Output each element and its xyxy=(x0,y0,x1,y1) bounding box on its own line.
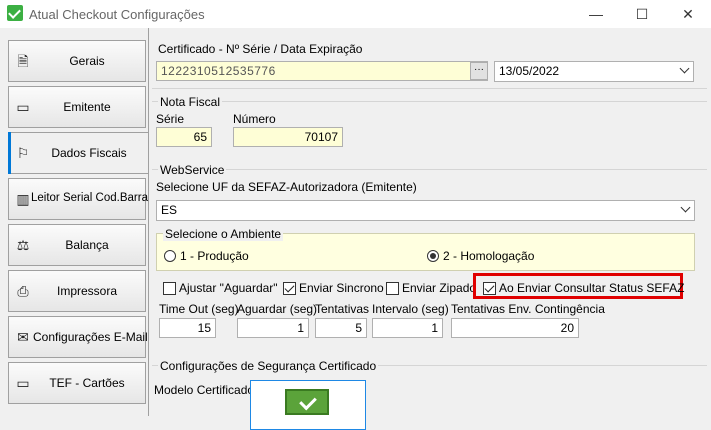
sidebar-item-impressora[interactable]: ⎙ Impressora xyxy=(8,270,146,312)
sidebar-item-label: Impressora xyxy=(56,284,118,298)
numero-label: Número xyxy=(233,112,276,126)
tentativas-field[interactable]: 5 xyxy=(315,318,367,338)
timeout-field[interactable]: 15 xyxy=(159,318,216,338)
contingencia-field[interactable]: 20 xyxy=(451,318,579,338)
intervalo-label: Intervalo (seg) xyxy=(372,302,449,316)
sidebar-item-label: Dados Fiscais xyxy=(51,146,127,160)
sidebar-item-emitente[interactable]: ▭ Emitente xyxy=(8,86,146,128)
app-check-icon xyxy=(7,5,23,21)
window-title: Atual Checkout Configurações xyxy=(29,7,205,22)
tentativas-label: Tentativas xyxy=(315,302,370,316)
ajustar-aguardar-label[interactable]: Ajustar "Aguardar" xyxy=(179,281,278,295)
uf-select[interactable]: ES xyxy=(156,200,695,221)
serie-label: Série xyxy=(156,112,185,126)
sidebar-item-label: Leitor Serial Cod.Barra xyxy=(31,192,148,204)
timeout-label: Time Out (seg) xyxy=(159,302,239,316)
modelo-certificado-selector[interactable] xyxy=(250,380,366,430)
card-icon: ▭ xyxy=(16,375,30,391)
consultar-status-checkbox[interactable] xyxy=(483,282,496,295)
intervalo-field[interactable]: 1 xyxy=(372,318,443,338)
aguardar-label: Aguardar (seg) xyxy=(237,302,318,316)
group-title: WebService xyxy=(158,163,227,177)
sidebar-item-label: TEF - Cartões xyxy=(49,376,125,390)
numero-field[interactable]: 70107 xyxy=(233,127,343,147)
enviar-sincrono-label[interactable]: Enviar Sincrono xyxy=(299,281,384,295)
sidebar-item-label: Emitente xyxy=(63,100,111,114)
scale-icon: ⚖ xyxy=(16,237,30,253)
uf-label: Selecione UF da SEFAZ-Autorizadora (Emit… xyxy=(156,180,417,194)
expiration-date-value: 13/05/2022 xyxy=(499,64,560,78)
sidebar: 🗎 Gerais ▭ Emitente ⚐ Dados Fiscais ▥ Le… xyxy=(0,28,149,416)
minimize-button[interactable]: — xyxy=(573,0,619,28)
sidebar-item-label: Configurações E-Mail xyxy=(33,330,148,344)
sidebar-item-balanca[interactable]: ⚖ Balança xyxy=(8,224,146,266)
sidebar-item-gerais[interactable]: 🗎 Gerais xyxy=(8,40,146,82)
enviar-zipado-checkbox[interactable] xyxy=(386,282,399,295)
browse-certificate-button[interactable]: ··· xyxy=(470,62,488,80)
settings-panel: Certificado - Nº Série / Data Expiração … xyxy=(148,28,711,430)
flag-icon: ⚐ xyxy=(16,145,30,161)
serie-field[interactable]: 65 xyxy=(156,127,212,147)
sidebar-item-dados-fiscais[interactable]: ⚐ Dados Fiscais xyxy=(8,132,149,174)
close-button[interactable]: ✕ xyxy=(665,0,711,28)
group-title: Configurações de Segurança Certificado xyxy=(158,359,379,373)
check-icon xyxy=(285,389,329,415)
aguardar-field[interactable]: 1 xyxy=(237,318,309,338)
certificate-serial-field[interactable]: 1222310512535776 xyxy=(156,61,488,81)
consultar-status-label[interactable]: Ao Enviar Consultar Status SEFAZ xyxy=(499,281,684,295)
sidebar-item-tef-cartoes[interactable]: ▭ TEF - Cartões xyxy=(8,362,146,404)
sidebar-item-leitor-serial[interactable]: ▥ Leitor Serial Cod.Barra xyxy=(8,178,148,220)
ambiente-homologacao-label[interactable]: 2 - Homologação xyxy=(443,249,534,263)
enviar-zipado-label[interactable]: Enviar Zipado xyxy=(402,281,476,295)
document-icon: 🗎 xyxy=(17,53,29,69)
enviar-sincrono-checkbox[interactable] xyxy=(283,282,296,295)
printer-icon: ⎙ xyxy=(17,283,29,299)
maximize-button[interactable]: ☐ xyxy=(619,0,665,28)
group-title: Nota Fiscal xyxy=(158,95,223,109)
ambiente-producao-radio[interactable] xyxy=(164,250,176,262)
title-bar: Atual Checkout Configurações — ☐ ✕ xyxy=(0,0,711,28)
ambiente-producao-label[interactable]: 1 - Produção xyxy=(180,249,249,263)
card-icon: ▭ xyxy=(16,99,30,115)
ajustar-aguardar-checkbox[interactable] xyxy=(163,282,176,295)
contingencia-label: Tentativas Env. Contingência xyxy=(451,302,605,316)
expiration-date-field[interactable]: 13/05/2022 xyxy=(494,61,694,82)
chevron-down-icon xyxy=(679,63,690,74)
ambiente-title: Selecione o Ambiente xyxy=(163,227,284,241)
barcode-icon: ▥ xyxy=(16,191,30,207)
mail-icon: ✉ xyxy=(17,329,29,345)
ambiente-homologacao-radio[interactable] xyxy=(427,250,439,262)
chevron-down-icon xyxy=(680,202,691,213)
sidebar-item-configuracoes-email[interactable]: ✉ Configurações E-Mail xyxy=(8,316,148,358)
sidebar-item-label: Balança xyxy=(65,238,109,252)
uf-select-value: ES xyxy=(161,203,178,217)
modelo-certificado-label: Modelo Certificado xyxy=(154,383,255,397)
group-title: Certificado - Nº Série / Data Expiração xyxy=(158,42,363,56)
sidebar-item-label: Gerais xyxy=(69,54,105,68)
